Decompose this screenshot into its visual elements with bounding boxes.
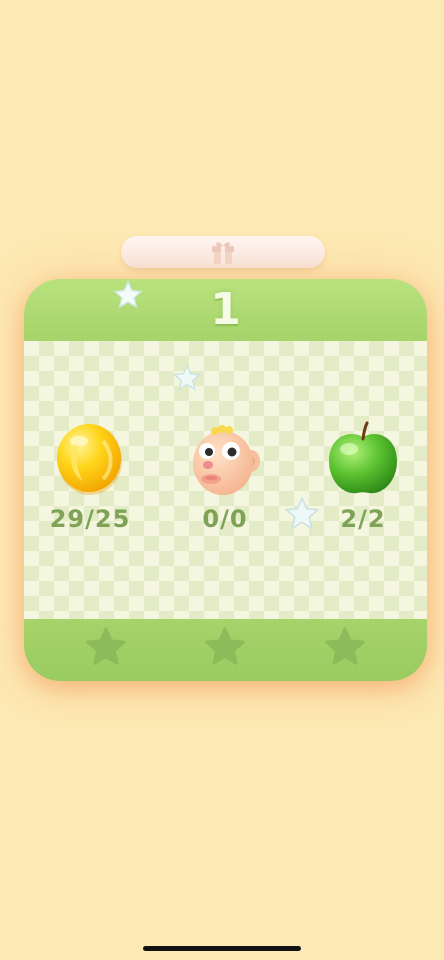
empty-rating-star-icon <box>205 627 245 665</box>
goal-count-baby-face: 0/0 <box>202 505 248 533</box>
goal-count-yellow-candy: 29/25 <box>49 505 131 533</box>
empty-rating-star-icon <box>325 627 365 665</box>
green-apple-icon <box>329 421 397 494</box>
yellow-candy-icon <box>57 424 122 495</box>
level-number: 1 <box>210 284 241 335</box>
level-header: 1 <box>24 279 427 341</box>
empty-rating-star-icon <box>86 627 126 665</box>
home-indicator[interactable] <box>143 946 301 951</box>
goal-yellow-candy: 29/25 <box>30 421 150 533</box>
goal-baby-face: 0/0 <box>165 421 285 533</box>
gift-tab[interactable] <box>121 236 325 268</box>
sparkle-star-icon <box>284 496 320 530</box>
sparkle-star-icon <box>172 363 202 391</box>
gift-icon <box>212 242 234 264</box>
sparkle-star-icon <box>113 280 143 309</box>
level-card[interactable]: 1 29/25 0/0 2/2 <box>24 279 427 681</box>
baby-face-icon <box>193 425 260 495</box>
